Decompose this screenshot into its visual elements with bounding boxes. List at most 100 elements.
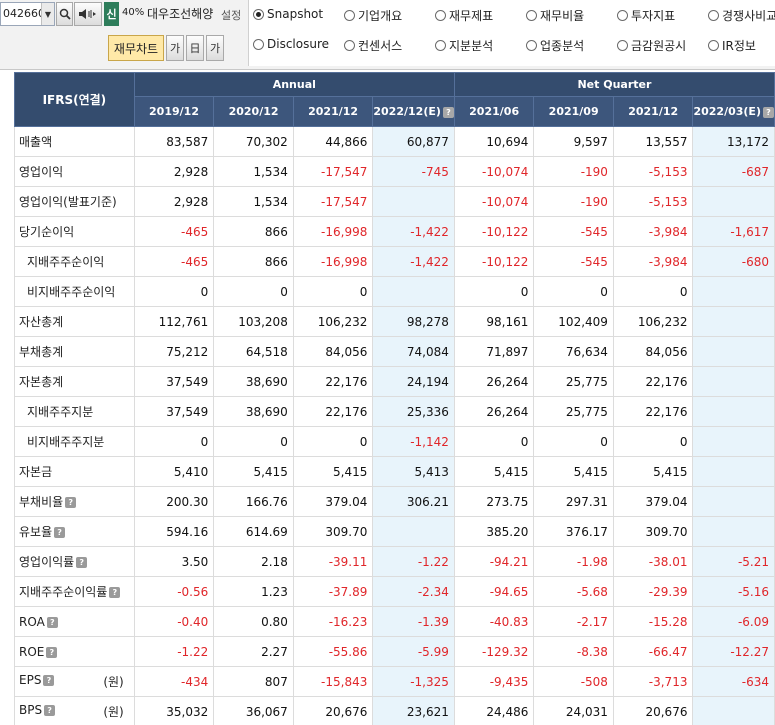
table-cell: 1,534	[213, 156, 294, 187]
table-cell: 0	[533, 276, 614, 307]
table-cell: -190	[533, 186, 614, 217]
column-header: 2021/12	[612, 96, 694, 127]
table-row: 매출액 83,587 70,302 44,866 60,877 10,694 9,597 13…	[14, 126, 775, 157]
table-row: 자산총계 112,761 103,208 106,232 98,278 98,161 102…	[14, 306, 775, 337]
column-header: 2021/12	[292, 96, 374, 127]
column-header: 2019/12	[133, 96, 215, 127]
table-cell: 0	[533, 426, 614, 457]
table-row: 비지배주주순이익 0 0 0 0 0 0	[14, 276, 775, 307]
radio-option[interactable]: IR정보	[708, 37, 756, 54]
help-icon[interactable]: ?	[44, 705, 56, 716]
column-header-label: 2021/06	[469, 105, 520, 118]
help-icon[interactable]: ?	[762, 106, 774, 118]
table-cell: -94.65	[453, 576, 535, 607]
row-label-text: 지배주주지분	[27, 405, 94, 419]
radio-option[interactable]: 경쟁사비교	[708, 7, 775, 24]
radio-option[interactable]: 지분분석	[435, 37, 493, 54]
table-cell: -745	[372, 156, 455, 187]
table-cell: -465	[133, 216, 215, 247]
table-cell: 3.50	[133, 546, 215, 577]
table-cell: -10,122	[453, 246, 535, 277]
row-label-text: 부채총계	[19, 345, 64, 359]
font-size-button[interactable]: 가	[166, 35, 184, 61]
table-cell: -3,984	[612, 246, 694, 277]
table-cell: -680	[692, 246, 775, 277]
table-cell: 2,928	[133, 186, 215, 217]
table-row: 영업이익 2,928 1,534 -17,547 -745 -10,074 -190 -5,1…	[14, 156, 775, 187]
radio-label: 재무제표	[449, 9, 494, 23]
table-cell: 1.23	[213, 576, 294, 607]
help-icon[interactable]: ?	[54, 527, 66, 538]
table-cell: -5.68	[533, 576, 614, 607]
table-cell: 102,409	[533, 306, 614, 337]
radio-option[interactable]: Snapshot	[253, 7, 323, 21]
table-cell: 5,415	[292, 456, 374, 487]
table-row: ROE? -1.22 2.27 -55.86 -5.99 -129.32 -8.38 -66.…	[14, 636, 775, 667]
settings-button[interactable]: 설정	[221, 7, 241, 23]
financial-summary-table: IFRS(연결) Annual Net Quarter 2019/12 2020/…	[14, 72, 775, 725]
table-cell: 44,866	[292, 126, 374, 157]
table-cell: 0	[453, 276, 535, 307]
row-label-text: 영업이익률	[19, 555, 75, 569]
radio-option[interactable]: 투자지표	[617, 7, 675, 24]
radio-option[interactable]: 재무비율	[526, 7, 584, 24]
financial-chart-button[interactable]: 재무차트	[108, 35, 164, 61]
radio-option[interactable]: 금감원공시	[617, 37, 686, 54]
table-cell: -5.21	[692, 546, 775, 577]
table-row: 자본총계 37,549 38,690 22,176 24,194 26,264 25,775…	[14, 366, 775, 397]
help-icon[interactable]: ?	[65, 497, 77, 508]
font-toggle-button[interactable]: 가	[206, 35, 224, 61]
table-row: 부채비율? 200.30 166.76 379.04 306.21 273.75 297.3…	[14, 486, 775, 517]
shin-button[interactable]: 신	[104, 2, 119, 26]
help-icon[interactable]: ?	[46, 616, 58, 628]
radio-option[interactable]: 기업개요	[344, 7, 402, 24]
help-icon[interactable]: ?	[76, 557, 88, 568]
column-header-label: 2022/03(E)	[693, 105, 761, 118]
table-cell: 309.70	[292, 516, 374, 547]
radio-dot-icon	[253, 38, 264, 50]
table-cell: 376.17	[533, 516, 614, 547]
row-label-text: 자본금	[19, 465, 53, 479]
search-button[interactable]	[56, 2, 73, 26]
row-label: 유보율?	[14, 516, 135, 547]
table-cell: -12.27	[692, 636, 775, 667]
table-cell: 70,302	[213, 126, 294, 157]
table-cell: 385.20	[453, 516, 535, 547]
table-cell: -1,325	[372, 666, 455, 697]
table-cell: 84,056	[612, 336, 694, 367]
table-cell: 379.04	[612, 486, 694, 517]
table-cell: -6.09	[692, 606, 775, 637]
row-label-text: 지배주주순이익	[27, 255, 105, 269]
help-icon[interactable]: ?	[43, 675, 55, 686]
radio-label: 경쟁사비교	[722, 9, 775, 23]
help-icon[interactable]: ?	[442, 106, 454, 118]
table-cell: -9,435	[453, 666, 535, 697]
row-label: 지배주주순이익	[14, 246, 135, 277]
help-icon[interactable]: ?	[109, 587, 121, 598]
unit-label: (원)	[103, 675, 124, 689]
row-label-text: 유보율	[19, 525, 53, 539]
help-icon[interactable]: ?	[46, 646, 58, 658]
table-cell: 37,549	[133, 396, 215, 427]
radio-option[interactable]: Disclosure	[253, 37, 329, 51]
table-cell: 5,415	[213, 456, 294, 487]
table-cell: -545	[533, 216, 614, 247]
table-cell: 379.04	[292, 486, 374, 517]
table-cell: -545	[533, 246, 614, 277]
radio-dot-icon	[344, 10, 355, 21]
table-row: 지배주주순이익 -465 866 -16,998 -1,422 -10,122 -545 -3…	[14, 246, 775, 277]
chevron-down-icon[interactable]: ▼	[41, 3, 54, 25]
table-cell	[692, 456, 775, 487]
table-cell: 2,928	[133, 156, 215, 187]
view-radio-group: Snapshot 기업개요 재무제표 재무비율 투자지표 경쟁사비교 Disclosure 컨…	[248, 0, 775, 66]
radio-option[interactable]: 컨센서스	[344, 37, 402, 54]
column-header-label: 2021/12	[308, 105, 359, 118]
stock-code-input[interactable]: 042660 ▼	[0, 2, 55, 26]
percent-label: 40%	[122, 7, 145, 18]
table-cell: 26,264	[453, 366, 535, 397]
speaker-button[interactable]	[74, 2, 102, 26]
radio-option[interactable]: 업종분석	[526, 37, 584, 54]
table-cell: 273.75	[453, 486, 535, 517]
radio-option[interactable]: 재무제표	[435, 7, 493, 24]
grid-view-button[interactable]: 日	[186, 35, 204, 61]
